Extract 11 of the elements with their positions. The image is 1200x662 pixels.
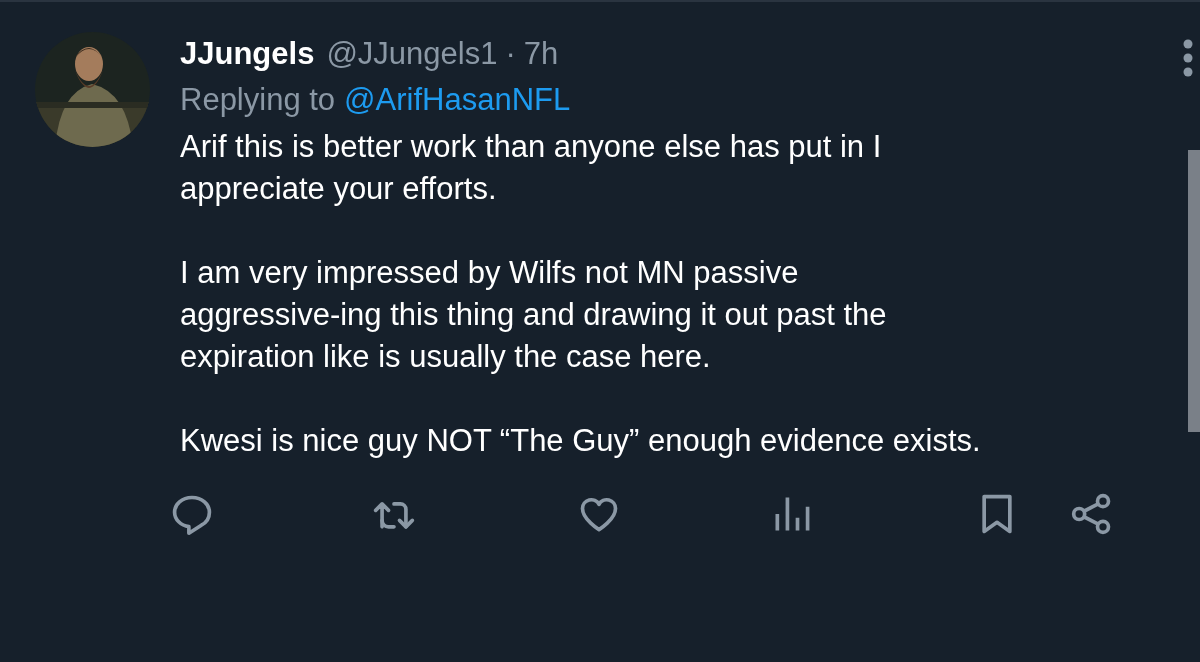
more-options-icon[interactable] (1181, 38, 1195, 78)
post-text: I am very impressed by Wilfs not MN passive aggressive-ing this thing and drawing it out past the expiration like is usually the case here. (180, 254, 888, 376)
author-handle[interactable]: @JJungels1 (326, 36, 498, 72)
post-text: Kwesi is nice guy NOT “The Guy” enough evidence exists. (180, 422, 982, 460)
post-time[interactable]: 7h (523, 36, 559, 72)
reply-label: Replying to (180, 82, 336, 118)
author-name[interactable]: JJungels (180, 36, 315, 72)
post-text: Arif this is better work than anyone else has put in I appreciate your efforts. (180, 128, 883, 208)
separator-dot: · (505, 36, 516, 72)
mention-link[interactable]: @ArifHasanNFL (344, 82, 571, 118)
scrollbar[interactable] (1188, 150, 1200, 432)
